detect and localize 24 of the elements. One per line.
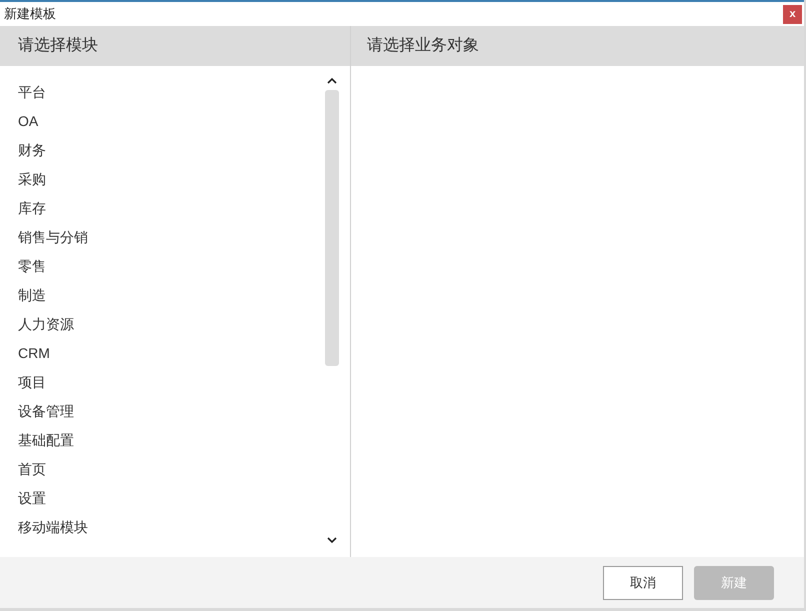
module-item[interactable]: 设备管理 <box>0 397 300 426</box>
module-item[interactable]: OA <box>0 107 300 136</box>
scrollbar-thumb[interactable] <box>325 90 339 366</box>
module-item[interactable]: 首页 <box>0 455 300 484</box>
scroll-up-icon[interactable] <box>327 77 337 84</box>
module-item[interactable]: 库存 <box>0 194 300 223</box>
module-item[interactable]: 项目 <box>0 368 300 397</box>
module-item[interactable]: 零售 <box>0 252 300 281</box>
module-item[interactable]: CRM <box>0 339 300 368</box>
module-item[interactable]: 平台 <box>0 78 300 107</box>
close-button[interactable]: x <box>783 4 802 24</box>
column-header: 请选择模块 <box>0 26 350 66</box>
module-item[interactable]: 设置 <box>0 484 300 513</box>
module-item[interactable]: 采购 <box>0 165 300 194</box>
module-item[interactable]: 人力资源 <box>0 310 300 339</box>
window-title: 新建模板 <box>4 5 56 24</box>
dialog-button[interactable]: 取消 <box>603 566 683 600</box>
scroll-down-icon[interactable] <box>327 537 337 544</box>
module-item[interactable]: 财务 <box>0 136 300 165</box>
module-item[interactable]: 基础配置 <box>0 426 300 455</box>
column-header: 请选择业务对象 <box>351 26 804 66</box>
module-item[interactable]: 制造 <box>0 281 300 310</box>
module-item[interactable]: 销售与分销 <box>0 223 300 252</box>
module-item[interactable]: 移动端模块 <box>0 513 300 542</box>
